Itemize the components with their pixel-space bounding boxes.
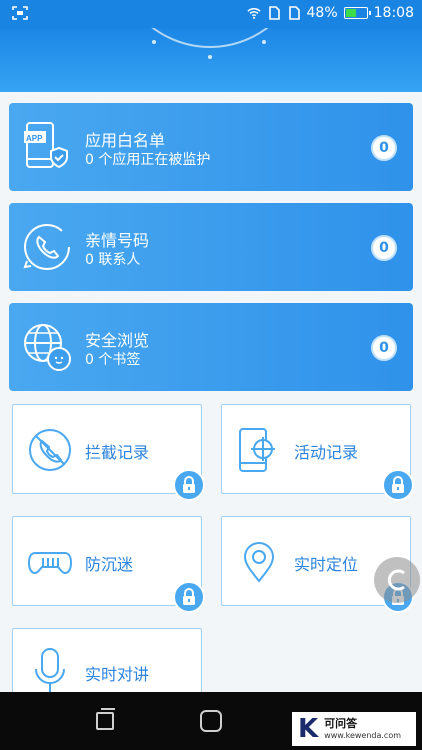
lock-icon bbox=[392, 476, 404, 493]
card-count: 0 bbox=[85, 152, 94, 168]
clock: 18:08 bbox=[373, 5, 414, 21]
location-pin-icon bbox=[243, 542, 275, 583]
count-badge: 0 bbox=[371, 135, 397, 161]
watermark-url: www.kewenda.com bbox=[324, 731, 402, 740]
app-shield-icon: APP bbox=[24, 122, 68, 169]
sim-2-icon bbox=[288, 6, 300, 20]
tile-label: 实时对讲 bbox=[85, 665, 150, 684]
phone-contact-icon bbox=[23, 224, 70, 270]
assist-ring-icon bbox=[387, 569, 405, 591]
battery-percent: 48% bbox=[306, 5, 338, 21]
card-count: 0 bbox=[85, 352, 94, 368]
tile-block-records[interactable]: 拦截记录 bbox=[12, 404, 205, 501]
arc-dot bbox=[262, 40, 266, 44]
floating-assist-button[interactable] bbox=[374, 557, 420, 603]
card-safe-browsing[interactable]: 安全浏览 0 个书签 0 bbox=[9, 303, 413, 391]
tile-label: 防沉迷 bbox=[85, 555, 134, 574]
header-arc bbox=[110, 28, 310, 48]
card-subtitle: 0 联系人 bbox=[85, 249, 140, 269]
card-subtitle-text: 联系人 bbox=[98, 252, 141, 268]
svg-text:APP: APP bbox=[26, 134, 43, 143]
count-badge: 0 bbox=[371, 235, 397, 261]
tile-realtime-intercom[interactable]: 实时对讲 bbox=[12, 628, 202, 694]
header-banner bbox=[0, 28, 422, 92]
card-subtitle: 0 个应用正在被监护 bbox=[85, 149, 210, 169]
lock-button[interactable] bbox=[382, 469, 414, 501]
sim-1-icon bbox=[268, 6, 280, 20]
watermark-logo: K bbox=[298, 714, 319, 744]
card-title: 亲情号码 bbox=[85, 231, 150, 250]
scan-icon bbox=[12, 6, 28, 20]
home-button[interactable] bbox=[200, 710, 222, 732]
watermark: K 可问答 www.kewenda.com bbox=[292, 712, 416, 746]
watermark-text: 可问答 www.kewenda.com bbox=[324, 718, 401, 740]
microphone-icon bbox=[35, 648, 65, 693]
lock-button[interactable] bbox=[173, 469, 205, 501]
card-title: 应用白名单 bbox=[85, 131, 166, 150]
arc-dot bbox=[208, 55, 212, 59]
battery-icon bbox=[343, 7, 371, 19]
lock-button[interactable] bbox=[173, 581, 205, 613]
card-subtitle-text: 个应用正在被监护 bbox=[98, 152, 211, 168]
lock-icon bbox=[183, 476, 195, 493]
wifi-icon bbox=[246, 8, 261, 19]
status-bar: 48% 18:08 bbox=[0, 0, 422, 28]
tile-anti-addiction[interactable]: 防沉迷 bbox=[12, 516, 205, 613]
safe-browse-icon bbox=[24, 324, 71, 371]
lock-icon bbox=[183, 588, 195, 605]
arc-dot bbox=[152, 40, 156, 44]
gamepad-icon bbox=[27, 552, 73, 575]
phone-target-icon bbox=[239, 428, 275, 472]
card-count: 0 bbox=[85, 252, 94, 268]
card-title: 安全浏览 bbox=[85, 331, 150, 350]
count-badge: 0 bbox=[371, 335, 397, 361]
recent-apps-button[interactable] bbox=[96, 708, 115, 730]
tile-label: 拦截记录 bbox=[85, 443, 150, 462]
tile-label: 实时定位 bbox=[294, 555, 359, 574]
card-subtitle: 0 个书签 bbox=[85, 349, 140, 369]
card-app-whitelist[interactable]: APP 应用白名单 0 个应用正在被监护 0 bbox=[9, 103, 413, 191]
card-family-numbers[interactable]: 亲情号码 0 联系人 0 bbox=[9, 203, 413, 291]
tile-label: 活动记录 bbox=[294, 443, 359, 462]
block-call-icon bbox=[29, 429, 71, 471]
watermark-title: 可问答 bbox=[324, 717, 358, 730]
tile-activity-records[interactable]: 活动记录 bbox=[221, 404, 414, 501]
card-subtitle-text: 个书签 bbox=[98, 352, 141, 368]
